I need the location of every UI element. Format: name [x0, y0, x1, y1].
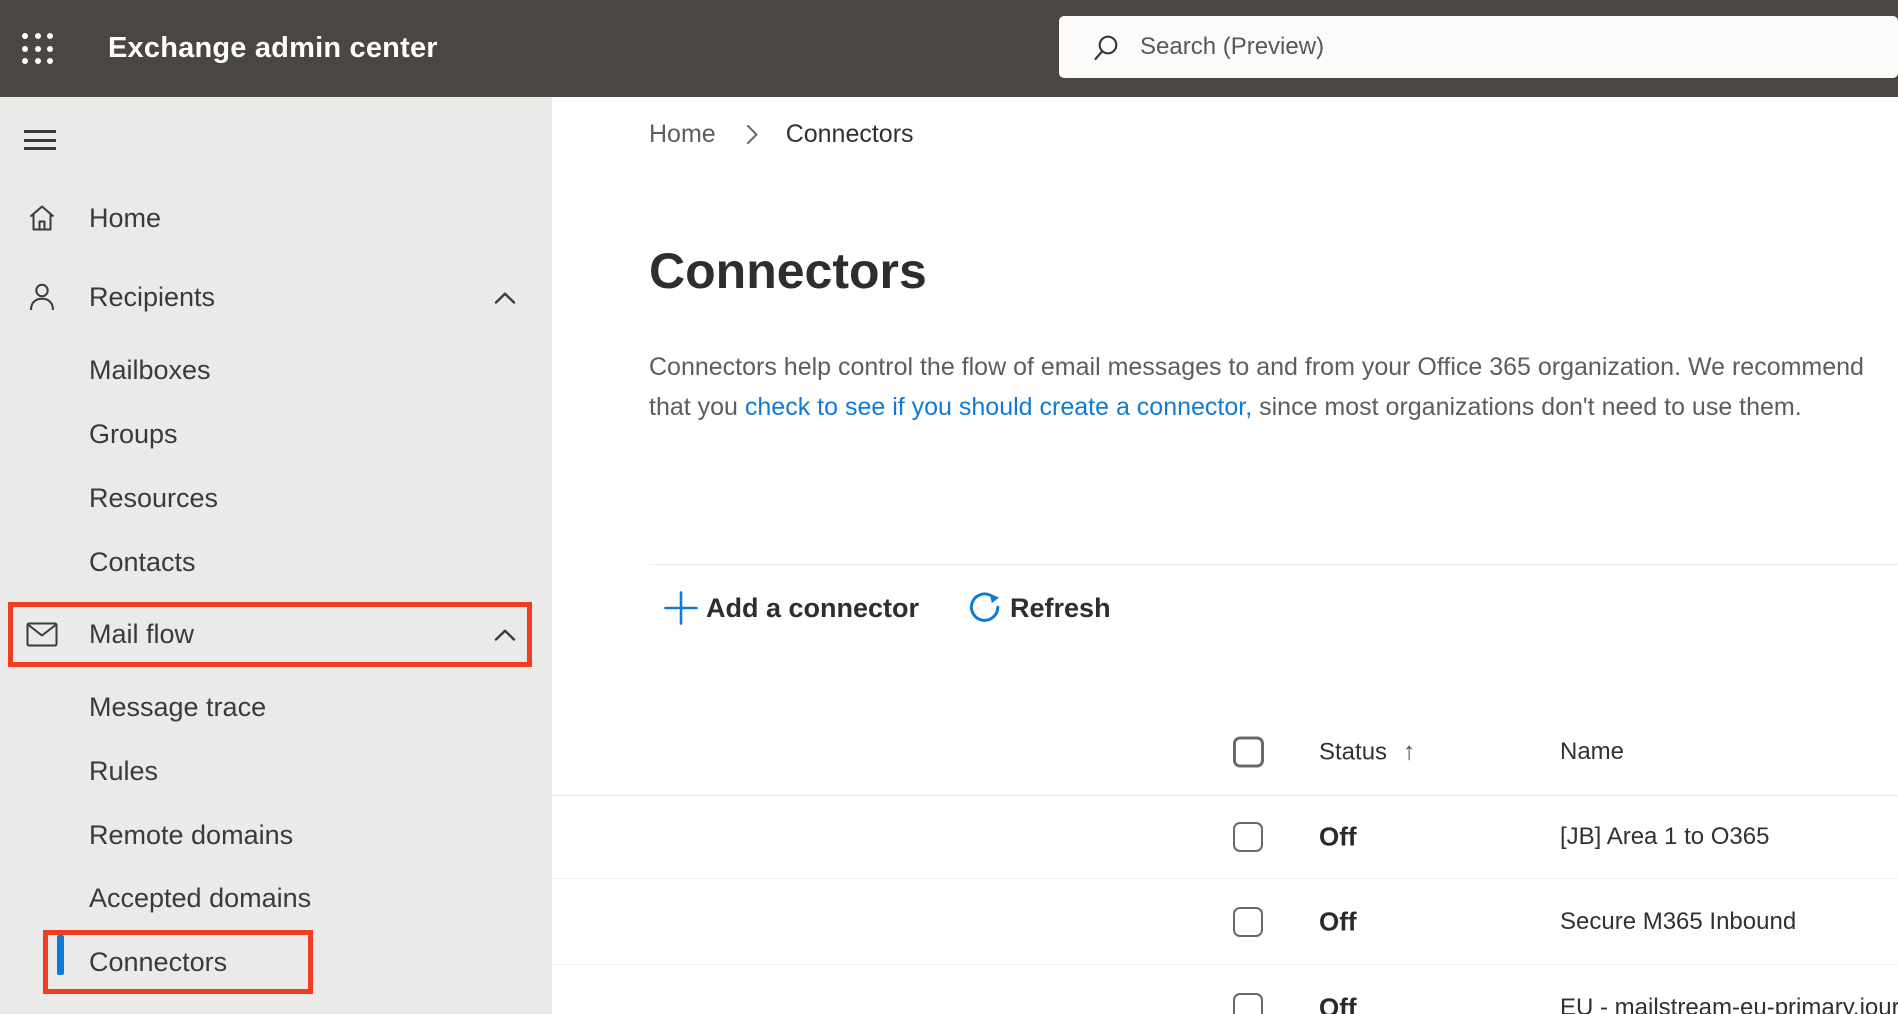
person-icon: [26, 281, 58, 313]
sidebar-item-message-trace[interactable]: Message trace: [0, 679, 552, 735]
sidebar-item-groups[interactable]: Groups: [0, 406, 552, 462]
plus-icon: [664, 591, 698, 625]
add-connector-button[interactable]: Add a connector: [649, 590, 919, 626]
sidebar-item-label: Message trace: [89, 691, 267, 722]
breadcrumb: Home Connectors: [649, 118, 914, 150]
column-header-name[interactable]: Name: [1560, 738, 1624, 766]
exchange-admin-center-window: Exchange admin center Home: [0, 0, 1898, 1014]
sidebar-item-label: Accepted domains: [89, 882, 312, 913]
chevron-up-icon[interactable]: [494, 291, 516, 304]
sidebar-item-label: Mail flow: [89, 618, 195, 649]
selected-item-indicator: [57, 935, 64, 975]
sidebar-item-mailboxes[interactable]: Mailboxes: [0, 342, 552, 398]
row-name[interactable]: [JB] Area 1 to O365: [1560, 823, 1769, 851]
hamburger-menu-icon[interactable]: [24, 130, 56, 150]
table-header-row: Status↑ Name From: [552, 709, 1898, 796]
top-app-bar: Exchange admin center: [0, 0, 1898, 97]
home-icon: [26, 202, 58, 234]
row-status: Off: [1319, 821, 1357, 852]
sidebar-item-accepted-domains[interactable]: Accepted domains: [0, 870, 552, 926]
sidebar-item-label: Rules: [89, 755, 159, 786]
chevron-right-icon: [746, 124, 759, 145]
sidebar-item-label: Remote domains: [89, 819, 294, 850]
refresh-button[interactable]: Refresh: [965, 590, 1111, 627]
sidebar-item-label: Groups: [89, 418, 178, 449]
row-name[interactable]: EU - mailstream-eu-primary.journaling.mx…: [1560, 994, 1898, 1014]
toolbar-divider: [649, 564, 1898, 565]
page-title: Connectors: [649, 243, 927, 299]
app-title: Exchange admin center: [108, 32, 438, 64]
refresh-label: Refresh: [1010, 592, 1111, 623]
add-connector-label: Add a connector: [706, 592, 920, 623]
search-box[interactable]: [1059, 16, 1898, 78]
table-row[interactable]: Off [JB] Area 1 to O365 Partner org: [552, 796, 1898, 879]
app-launcher-icon[interactable]: [22, 33, 55, 66]
command-bar: Add a connector Refresh: [649, 585, 1111, 631]
mail-icon: [26, 618, 58, 650]
sidebar-item-connectors[interactable]: Connectors: [0, 934, 552, 990]
description-text: since most organizations don't need to u…: [1252, 393, 1802, 421]
sidebar-item-mail-flow[interactable]: Mail flow: [0, 606, 552, 662]
left-navigation: Home Recipients Mailboxes Groups Resourc…: [0, 97, 552, 1014]
sidebar-item-remote-domains[interactable]: Remote domains: [0, 807, 552, 863]
sidebar-item-label: Connectors: [89, 946, 228, 977]
main-content: Home Connectors Connectors Connectors he…: [552, 97, 1898, 1014]
sidebar-item-label: Home: [89, 202, 162, 233]
sidebar-item-rules[interactable]: Rules: [0, 743, 552, 799]
check-connector-link[interactable]: check to see if you should create a conn…: [745, 393, 1252, 421]
row-checkbox[interactable]: [1233, 822, 1263, 852]
breadcrumb-current: Connectors: [785, 119, 914, 148]
sidebar-item-label: Resources: [89, 482, 219, 513]
search-input[interactable]: [1140, 33, 1740, 61]
chevron-up-icon[interactable]: [494, 628, 516, 641]
row-status: Off: [1319, 906, 1357, 936]
column-header-status[interactable]: Status ↑: [1319, 738, 1416, 767]
sidebar-item-label: Mailboxes: [89, 354, 211, 385]
table-row[interactable]: Off Secure M365 Inbound Partner org: [552, 879, 1898, 965]
sidebar-item-label: Recipients: [89, 281, 216, 312]
sort-ascending-icon: ↑: [1403, 737, 1416, 766]
row-status: Off: [1319, 992, 1357, 1014]
sidebar-item-recipients[interactable]: Recipients: [0, 269, 552, 325]
page-description: Connectors help control the flow of emai…: [649, 347, 1877, 427]
table-row[interactable]: Off EU - mailstream-eu-primary.journalin…: [552, 965, 1898, 1014]
sidebar-item-resources[interactable]: Resources: [0, 470, 552, 526]
sidebar-item-label: Contacts: [89, 546, 196, 577]
refresh-icon: [969, 591, 1000, 622]
breadcrumb-home-link[interactable]: Home: [649, 120, 716, 149]
connectors-table: Status↑ Name From Off [JB] Area 1 to O36…: [552, 709, 1898, 1014]
select-all-checkbox[interactable]: [1233, 736, 1264, 768]
sidebar-item-contacts[interactable]: Contacts: [0, 534, 552, 590]
sidebar-item-home[interactable]: Home: [0, 190, 552, 246]
search-icon: [1094, 35, 1118, 60]
row-checkbox[interactable]: [1233, 993, 1263, 1014]
row-name[interactable]: Secure M365 Inbound: [1560, 908, 1796, 936]
row-checkbox[interactable]: [1233, 906, 1263, 937]
